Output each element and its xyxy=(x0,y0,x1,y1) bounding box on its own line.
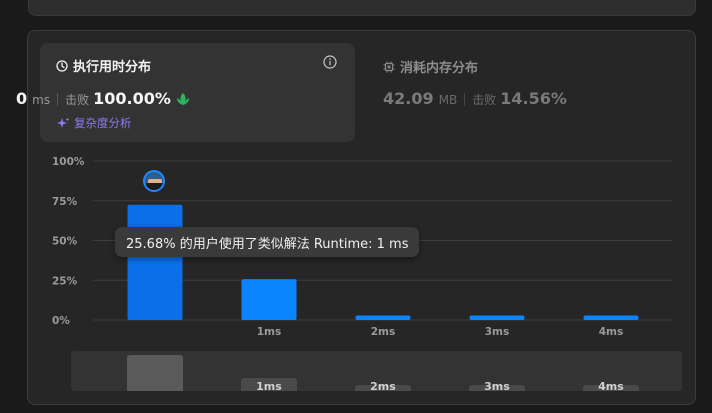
scrubber-label: 1ms xyxy=(256,380,282,391)
user-avatar-marker xyxy=(143,170,165,192)
scrubber-bar xyxy=(127,354,183,391)
y-tick-label: 50% xyxy=(52,236,78,248)
bar-1ms[interactable] xyxy=(241,279,297,320)
x-tick-label: 4ms xyxy=(599,326,624,338)
bar-4ms[interactable] xyxy=(583,315,639,320)
chart-tooltip: 25.68% 的用户使用了类似解法 Runtime: 1 ms xyxy=(115,227,420,257)
scrubber-label: 4ms xyxy=(598,380,624,391)
y-tick-label: 25% xyxy=(52,275,78,287)
y-tick-label: 0% xyxy=(52,315,70,327)
bar-0ms[interactable] xyxy=(127,204,183,320)
range-scrubber[interactable]: 1ms 2ms 3ms 4ms xyxy=(71,351,682,391)
x-tick-label: 1ms xyxy=(257,326,282,338)
y-tick-label: 100% xyxy=(52,156,85,168)
scrubber-label: 2ms xyxy=(370,380,396,391)
y-tick-label: 75% xyxy=(52,196,78,208)
bar-2ms[interactable] xyxy=(355,315,411,320)
scrubber-label: 3ms xyxy=(484,380,510,391)
x-tick-label: 2ms xyxy=(371,326,396,338)
x-tick-label: 3ms xyxy=(485,326,510,338)
bar-3ms[interactable] xyxy=(469,315,525,320)
runtime-distribution-chart: 0% 25% 50% 75% 100% 1ms 2ms 3ms 4ms xyxy=(52,156,672,338)
